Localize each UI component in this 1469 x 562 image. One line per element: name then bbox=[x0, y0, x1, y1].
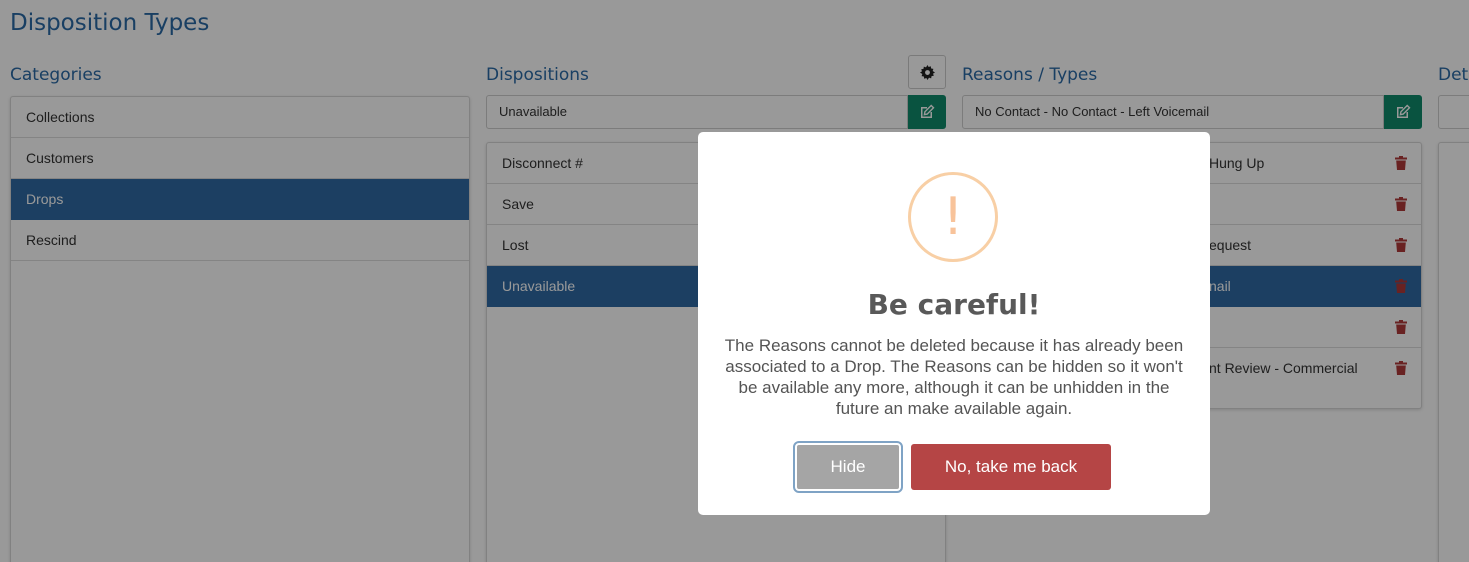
confirm-dialog: ! Be careful! The Reasons cannot be dele… bbox=[698, 132, 1210, 515]
warning-icon: ! bbox=[908, 172, 998, 262]
take-me-back-button[interactable]: No, take me back bbox=[911, 444, 1111, 490]
hide-button[interactable]: Hide bbox=[793, 441, 903, 493]
dialog-message: The Reasons cannot be deleted because it… bbox=[724, 336, 1184, 418]
warning-glyph: ! bbox=[942, 187, 964, 247]
disposition-types-page: Disposition Types Categories Disposition… bbox=[0, 0, 1469, 562]
dialog-title: Be careful! bbox=[867, 288, 1041, 321]
